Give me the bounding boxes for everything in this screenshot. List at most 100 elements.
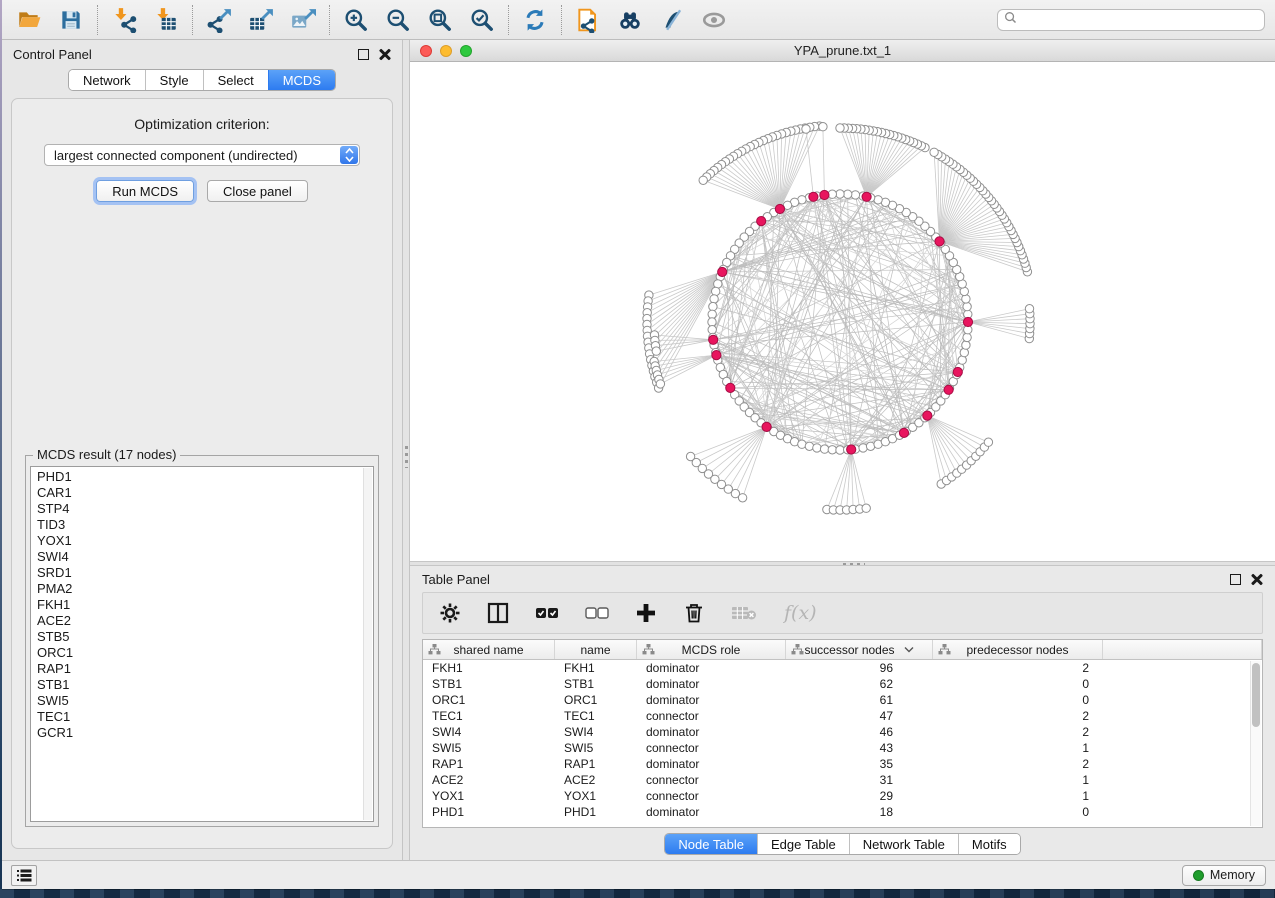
column-header-predecessor-nodes[interactable]: predecessor nodes (933, 640, 1103, 659)
network-node[interactable] (962, 295, 970, 303)
network-node[interactable] (710, 295, 718, 303)
deselect-all-columns-icon[interactable] (585, 606, 609, 620)
export-image-button[interactable] (286, 5, 320, 35)
cell-shared-name[interactable]: SWI4 (423, 724, 555, 740)
mcds-dominator-node[interactable] (809, 192, 818, 201)
mcds-list-scrollbar[interactable] (363, 468, 372, 820)
mcds-dominator-node[interactable] (953, 367, 962, 376)
mcds-result-item[interactable]: PMA2 (31, 581, 361, 597)
network-node[interactable] (844, 190, 852, 198)
cell-shared-name[interactable]: STB1 (423, 676, 555, 692)
cell-name[interactable]: SWI4 (555, 724, 637, 740)
mcds-dominator-node[interactable] (862, 192, 871, 201)
table-row[interactable]: ACE2ACE2connector311 (423, 772, 1262, 788)
cell-predecessor-nodes[interactable]: 0 (933, 692, 1103, 708)
search-field[interactable] (997, 9, 1265, 31)
delete-column-icon[interactable] (683, 602, 705, 624)
zoom-out-button[interactable] (381, 5, 415, 35)
cell-predecessor-nodes[interactable]: 1 (933, 772, 1103, 788)
cell-name[interactable]: TEC1 (555, 708, 637, 724)
network-node[interactable] (738, 494, 746, 502)
memory-button[interactable]: Memory (1182, 865, 1266, 886)
mcds-dominator-node[interactable] (944, 385, 953, 394)
cell-successor-nodes[interactable]: 35 (786, 756, 933, 772)
export-network-button[interactable] (202, 5, 236, 35)
network-node[interactable] (656, 380, 664, 388)
cell-shared-name[interactable]: ACE2 (423, 772, 555, 788)
settings-icon[interactable] (439, 602, 461, 624)
mcds-result-item[interactable]: ORC1 (31, 645, 361, 661)
network-node[interactable] (963, 333, 971, 341)
table-row[interactable]: PHD1PHD1dominator180 (423, 804, 1262, 820)
cell-shared-name[interactable]: RAP1 (423, 756, 555, 772)
cell-predecessor-nodes[interactable]: 1 (933, 740, 1103, 756)
cell-successor-nodes[interactable]: 62 (786, 676, 933, 692)
tab-network-table[interactable]: Network Table (849, 834, 958, 854)
cell-predecessor-nodes[interactable]: 2 (933, 724, 1103, 740)
network-from-file-button[interactable] (571, 5, 605, 35)
criterion-dropdown[interactable]: largest connected component (undirected) (44, 144, 360, 166)
cell-successor-nodes[interactable]: 18 (786, 804, 933, 820)
network-node[interactable] (813, 444, 821, 452)
network-node[interactable] (805, 442, 813, 450)
network-node[interactable] (862, 504, 870, 512)
save-session-button[interactable] (54, 5, 88, 35)
cell-successor-nodes[interactable]: 61 (786, 692, 933, 708)
table-row[interactable]: ORC1ORC1dominator610 (423, 692, 1262, 708)
cell-MCDS-role[interactable]: dominator (637, 660, 786, 676)
close-table-panel-button[interactable] (1251, 573, 1263, 585)
network-node[interactable] (709, 302, 717, 310)
table-row[interactable]: YOX1YOX1connector291 (423, 788, 1262, 804)
network-graph[interactable] (410, 62, 1273, 556)
mcds-dominator-node[interactable] (847, 445, 856, 454)
cell-MCDS-role[interactable]: dominator (637, 676, 786, 692)
split-columns-icon[interactable] (487, 602, 509, 624)
mcds-result-item[interactable]: FKH1 (31, 597, 361, 613)
cell-MCDS-role[interactable]: connector (637, 740, 786, 756)
zoom-in-button[interactable] (339, 5, 373, 35)
float-table-panel-button[interactable] (1230, 574, 1241, 585)
mcds-result-item[interactable]: PHD1 (31, 469, 361, 485)
cell-name[interactable]: SWI5 (555, 740, 637, 756)
import-table-button[interactable] (149, 5, 183, 35)
mcds-dominator-node[interactable] (762, 422, 771, 431)
cell-name[interactable]: ACE2 (555, 772, 637, 788)
tab-motifs[interactable]: Motifs (958, 834, 1020, 854)
mcds-result-item[interactable]: TID3 (31, 517, 361, 533)
cell-shared-name[interactable]: YOX1 (423, 788, 555, 804)
network-node[interactable] (960, 348, 968, 356)
cell-MCDS-role[interactable]: dominator (637, 804, 786, 820)
add-column-icon[interactable] (635, 602, 657, 624)
column-header-MCDS-role[interactable]: MCDS role (637, 640, 786, 659)
mcds-dominator-node[interactable] (757, 217, 766, 226)
network-node[interactable] (930, 148, 938, 156)
mcds-result-item[interactable]: SRD1 (31, 565, 361, 581)
cell-MCDS-role[interactable]: dominator (637, 756, 786, 772)
mcds-result-item[interactable]: GCR1 (31, 725, 361, 741)
float-panel-button[interactable] (358, 49, 369, 60)
network-node[interactable] (1025, 305, 1033, 313)
select-all-columns-icon[interactable] (535, 606, 559, 620)
network-node[interactable] (819, 123, 827, 131)
cell-MCDS-role[interactable]: dominator (637, 724, 786, 740)
network-node[interactable] (708, 318, 716, 326)
tab-style[interactable]: Style (145, 70, 203, 90)
zoom-fit-button[interactable] (423, 5, 457, 35)
cell-name[interactable]: YOX1 (555, 788, 637, 804)
mcds-dominator-node[interactable] (935, 237, 944, 246)
find-button[interactable] (613, 5, 647, 35)
mcds-dominator-node[interactable] (712, 351, 721, 360)
network-node[interactable] (851, 191, 859, 199)
mcds-result-item[interactable]: YOX1 (31, 533, 361, 549)
cell-successor-nodes[interactable]: 47 (786, 708, 933, 724)
network-node[interactable] (836, 446, 844, 454)
mcds-result-item[interactable]: RAP1 (31, 661, 361, 677)
network-node[interactable] (699, 176, 707, 184)
search-input[interactable] (1021, 13, 1258, 27)
mcds-result-item[interactable]: SWI5 (31, 693, 361, 709)
vertical-splitter[interactable] (402, 40, 410, 860)
mcds-dominator-node[interactable] (820, 190, 829, 199)
mcds-dominator-node[interactable] (718, 267, 727, 276)
mcds-result-item[interactable]: ACE2 (31, 613, 361, 629)
export-table-button[interactable] (244, 5, 278, 35)
